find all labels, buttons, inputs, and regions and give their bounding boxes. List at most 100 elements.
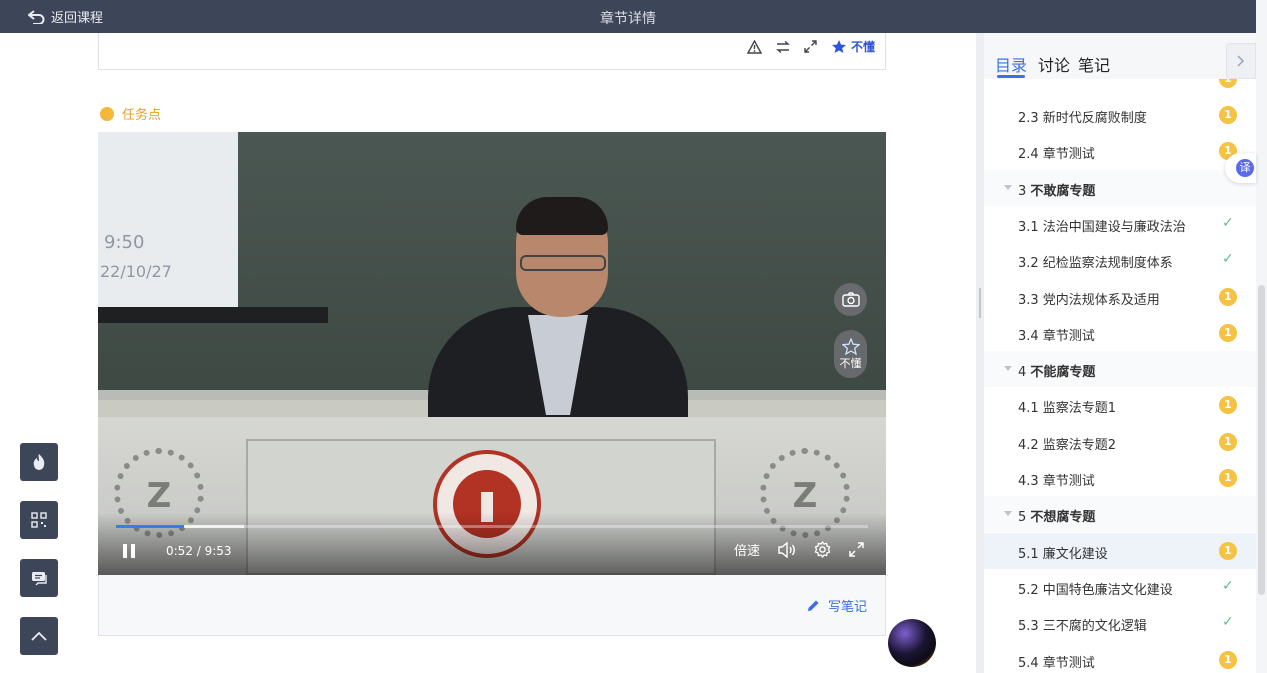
volume-icon[interactable] xyxy=(778,541,796,558)
section-label: 4.3 章节测试 xyxy=(1018,474,1095,489)
screen-date-text: 22/10/27 xyxy=(100,262,172,281)
section-row[interactable]: 3.4 章节测试 1 xyxy=(984,315,1256,351)
chapter-row[interactable]: 3 不敢腐专题 xyxy=(984,169,1256,206)
section-row[interactable]: 3.2 纪检监察法规制度体系 ✓ xyxy=(984,242,1256,278)
completed-check-icon: ✓ xyxy=(1222,614,1234,631)
panel-tabs: 目录 讨论 笔记 xyxy=(984,33,1256,79)
pause-icon xyxy=(123,544,135,558)
projector-screen: 9:50 22/10/27 xyxy=(98,132,238,307)
page-scrollbar[interactable] xyxy=(1256,0,1267,673)
expand-triangle-icon[interactable] xyxy=(1004,511,1012,517)
screenshot-button[interactable] xyxy=(834,283,867,316)
screen-rail xyxy=(98,307,328,323)
chevron-up-icon xyxy=(31,631,47,641)
section-row[interactable]: 5.1 廉文化建设 1 xyxy=(984,532,1256,569)
video-controls: 0:52 / 9:53 倍速 xyxy=(98,512,886,575)
section-row[interactable]: 5.2 中国特色廉洁文化建设 ✓ xyxy=(984,569,1256,605)
switch-icon[interactable] xyxy=(776,40,790,53)
warning-icon[interactable] xyxy=(746,39,762,54)
pause-button[interactable] xyxy=(122,543,136,563)
qrcode-icon xyxy=(31,512,47,528)
top-bar: 返回课程 章节详情 xyxy=(0,0,1256,33)
section-row[interactable]: 4.3 章节测试 1 xyxy=(984,460,1256,496)
task-badge: 1 xyxy=(1219,541,1237,560)
left-tool-qrcode-button[interactable] xyxy=(20,501,58,539)
video-player[interactable]: 9:50 22/10/27 Z Z 不懂 0:52 / 9:53 倍速 xyxy=(98,132,886,575)
section-row[interactable]: 2.4 章节测试 1 xyxy=(984,133,1256,169)
page-title: 章节详情 xyxy=(600,11,656,27)
task-badge: 1 xyxy=(1219,287,1237,306)
completed-check-icon: ✓ xyxy=(1222,251,1234,268)
star-outline-icon xyxy=(841,337,860,355)
completed-check-icon: ✓ xyxy=(1222,577,1234,594)
task-point-dot-icon xyxy=(100,106,114,121)
task-badge: 1 xyxy=(1219,106,1237,124)
expand-triangle-icon[interactable] xyxy=(1004,366,1012,372)
video-time: 0:52 / 9:53 xyxy=(166,544,232,558)
video-frame: 9:50 22/10/27 Z Z xyxy=(98,132,886,575)
assistant-avatar[interactable] xyxy=(888,619,936,667)
section-row[interactable]: 5.3 三不腐的文化逻辑 ✓ xyxy=(984,605,1256,641)
active-tab-underline xyxy=(997,75,1025,78)
content-card-toolbar: 不懂 xyxy=(98,33,886,70)
task-badge: 1 xyxy=(1219,396,1237,415)
section-row[interactable]: 5.4 章节测试 1 xyxy=(984,642,1256,673)
flame-icon xyxy=(33,454,45,470)
chat-bubble-icon xyxy=(31,571,47,585)
screen-time-text: 9:50 xyxy=(104,232,145,253)
section-label: 2.3 新时代反腐败制度 xyxy=(1018,111,1147,126)
section-row[interactable]: 4.2 监察法专题2 1 xyxy=(984,424,1256,460)
dont-understand-label: 不懂 xyxy=(850,40,875,54)
dont-understand-button[interactable]: 不懂 xyxy=(831,38,875,55)
pencil-icon xyxy=(807,600,819,611)
scrollbar-thumb[interactable] xyxy=(1258,285,1265,595)
fullscreen-icon[interactable] xyxy=(804,40,817,53)
section-label: 3.1 法治中国建设与廉政法治 xyxy=(1018,219,1186,235)
left-tool-ai-button[interactable] xyxy=(20,443,58,481)
panel-resize-divider[interactable] xyxy=(976,33,984,673)
section-row[interactable]: 2.3 新时代反腐败制度 1 xyxy=(984,97,1256,133)
back-to-top-button[interactable] xyxy=(20,617,58,655)
section-label: 4.1 监察法专题1 xyxy=(1018,401,1117,417)
star-icon xyxy=(831,40,846,53)
section-row[interactable]: 4.1 监察法专题1 1 xyxy=(984,387,1256,423)
task-badge: 1 xyxy=(1219,79,1237,88)
left-tool-discussion-button[interactable] xyxy=(20,559,58,597)
expand-triangle-icon[interactable] xyxy=(1004,184,1012,190)
section-label: 5.2 中国特色廉洁文化建设 xyxy=(1018,582,1173,598)
chapter-label: 3 不敢腐专题 xyxy=(1018,183,1096,199)
task-badge: 1 xyxy=(1219,650,1237,669)
camera-icon xyxy=(841,292,860,307)
write-note-label: 写笔记 xyxy=(827,600,867,615)
translate-icon: 译 xyxy=(1236,159,1254,177)
video-dont-understand-label: 不懂 xyxy=(839,356,862,370)
collapse-panel-button[interactable] xyxy=(1226,43,1256,79)
task-badge: 1 xyxy=(1219,432,1237,451)
write-note-button[interactable]: 写笔记 xyxy=(806,596,867,615)
tab-notes[interactable]: 笔记 xyxy=(1078,52,1110,76)
list-row-clipped: 1 xyxy=(984,79,1256,89)
chapter-row[interactable]: 5 不想腐专题 xyxy=(984,496,1256,533)
section-label: 3.3 党内法规体系及适用 xyxy=(1018,292,1160,308)
section-row[interactable]: 3.1 法治中国建设与廉政法治 ✓ xyxy=(984,206,1256,242)
settings-gear-icon[interactable] xyxy=(814,541,831,558)
chapter-row[interactable]: 4 不能腐专题 xyxy=(984,351,1256,388)
task-point-text: 任务点 xyxy=(122,108,162,123)
task-badge: 1 xyxy=(1219,469,1237,487)
video-progress-bar[interactable] xyxy=(116,525,868,528)
section-label: 3.4 章节测试 xyxy=(1018,328,1095,344)
video-dont-understand-button[interactable]: 不懂 xyxy=(834,330,867,378)
tab-catalog[interactable]: 目录 xyxy=(995,52,1027,76)
section-label: 4.2 监察法专题2 xyxy=(1018,437,1117,453)
section-row[interactable]: 3.3 党内法规体系及适用 1 xyxy=(984,279,1256,315)
translate-button[interactable]: 译 xyxy=(1225,153,1256,183)
section-label: 2.4 章节测试 xyxy=(1018,147,1095,163)
section-label: 5.1 廉文化建设 xyxy=(1018,546,1108,562)
task-point-label: 任务点 xyxy=(100,104,161,123)
playback-speed-button[interactable]: 倍速 xyxy=(734,540,760,559)
drag-grip-icon[interactable] xyxy=(979,288,981,318)
section-label: 5.3 三不腐的文化逻辑 xyxy=(1018,619,1147,635)
chapter-label: 4 不能腐专题 xyxy=(1018,365,1096,381)
tab-discussion[interactable]: 讨论 xyxy=(1038,52,1070,76)
video-fullscreen-icon[interactable] xyxy=(849,542,864,557)
